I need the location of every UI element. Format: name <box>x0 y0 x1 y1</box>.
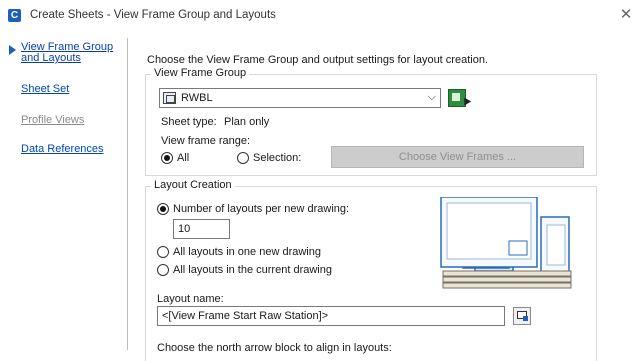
window-title: Create Sheets - View Frame Group and Lay… <box>30 9 276 21</box>
view-frame-group-icon <box>163 92 176 104</box>
sidebar-item-sheet-set[interactable]: Sheet Set <box>21 83 69 95</box>
layouts-stack-illustration <box>440 197 572 289</box>
chevron-down-icon: ⌵ <box>427 91 436 103</box>
range-all-label[interactable]: All <box>177 152 189 164</box>
sidebar-item-data-references[interactable]: Data References <box>21 143 104 155</box>
intro-text: Choose the View Frame Group and output s… <box>147 54 488 66</box>
view-frame-group-value: RWBL <box>181 92 213 104</box>
layouts-per-drawing-label[interactable]: Number of layouts per new drawing: <box>173 203 349 215</box>
sheet-type-value: Plan only <box>224 116 270 128</box>
sidebar-item-view-frame-group-and-layouts[interactable]: View Frame Group and Layouts <box>21 42 121 64</box>
current-drawing-radio[interactable] <box>157 264 169 276</box>
layout-name-input[interactable]: <[View Frame Start Raw Station]> <box>157 306 505 326</box>
civil3d-icon: C <box>8 9 21 22</box>
layout-name-label: Layout name: <box>157 293 224 305</box>
layouts-per-drawing-radio[interactable] <box>157 203 169 215</box>
current-drawing-label[interactable]: All layouts in the current drawing <box>173 264 332 276</box>
close-icon[interactable]: ✕ <box>618 5 634 23</box>
layout-creation-legend: Layout Creation <box>151 179 235 191</box>
sidebar-nav: View Frame Group and Layouts Sheet Set P… <box>0 38 128 350</box>
layouts-per-drawing-input[interactable]: 10 <box>173 219 230 239</box>
one-new-drawing-radio[interactable] <box>157 246 169 258</box>
nav-arrow-icon <box>9 45 16 55</box>
edit-name-format-icon[interactable] <box>513 307 531 325</box>
view-frame-group-legend: View Frame Group <box>151 67 250 79</box>
title-bar: C Create Sheets - View Frame Group and L… <box>0 0 641 30</box>
range-all-radio[interactable] <box>161 152 173 164</box>
range-selection-label[interactable]: Selection: <box>253 152 301 164</box>
north-arrow-label: Choose the north arrow block to align in… <box>157 342 392 354</box>
view-frame-group-select[interactable]: RWBL ⌵ <box>159 88 441 108</box>
one-new-drawing-label[interactable]: All layouts in one new drawing <box>173 246 321 258</box>
view-frame-range-label: View frame range: <box>161 135 251 147</box>
sheet-type-label: Sheet type: <box>161 116 217 128</box>
range-selection-radio[interactable] <box>237 152 249 164</box>
sidebar-item-profile-views: Profile Views <box>21 114 85 126</box>
choose-view-frames-button: Choose View Frames ... <box>331 146 584 168</box>
